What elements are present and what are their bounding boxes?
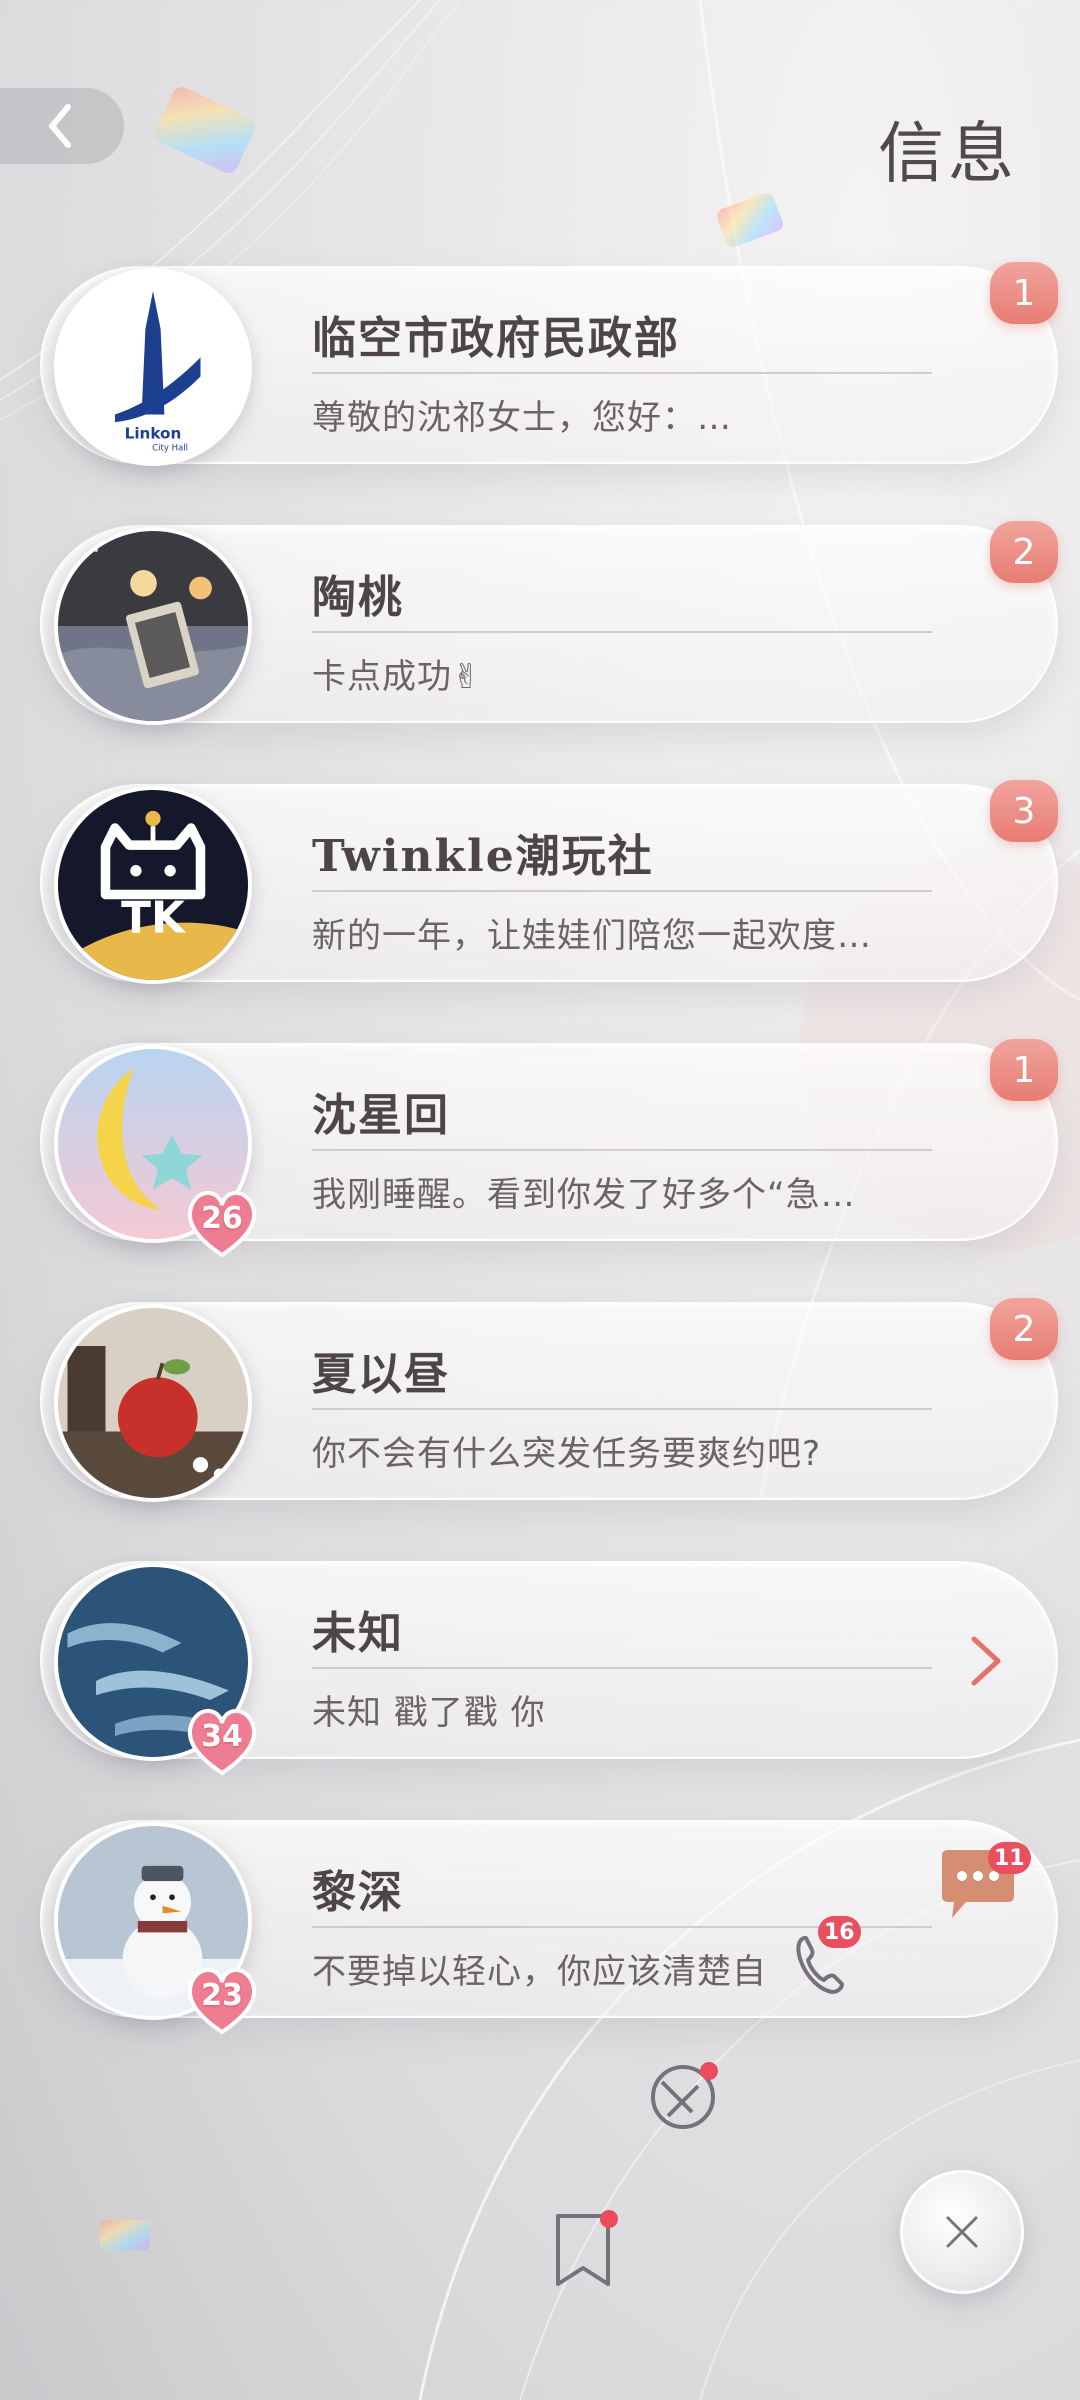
page-title: 信息: [878, 115, 1018, 192]
svg-text:City Hall: City Hall: [152, 444, 188, 454]
svg-text:TK: TK: [121, 893, 187, 944]
svg-text:Linkon: Linkon: [125, 424, 182, 442]
unread-badge: 2: [990, 1298, 1058, 1360]
back-button[interactable]: [0, 88, 124, 164]
avatar: TK: [54, 786, 252, 984]
divider: [312, 631, 932, 633]
message-preview: 未知 戳了戳 你: [312, 1693, 546, 1733]
affinity-heart-badge: 26: [182, 1187, 262, 1259]
message-preview: 你不会有什么突发任务要爽约吧?: [312, 1434, 822, 1474]
chevron-right-icon[interactable]: [966, 1633, 1006, 1689]
notification-dot: [700, 2062, 718, 2080]
contact-name: 沈星回: [312, 1090, 450, 1141]
chat-item-xia-yizhou[interactable]: 夏以昼 你不会有什么突发任务要爽约吧? 2: [40, 1298, 1058, 1502]
chat-item-taotao[interactable]: 陶桃 卡点成功✌ 2: [40, 521, 1058, 725]
chat-item-shen-xinghui[interactable]: 26 沈星回 我刚睡醒。看到你发了好多个“急… 1: [40, 1039, 1058, 1258]
unread-badge: 1: [990, 262, 1058, 324]
calls-count-badge: 16: [818, 1916, 861, 1948]
contact-name: Twinkle潮玩社: [312, 831, 654, 882]
chat-item-twinkle[interactable]: TK Twinkle潮玩社 新的一年，让娃娃们陪您一起欢度… 3: [40, 780, 1058, 984]
divider: [312, 890, 932, 892]
bookmarks-button[interactable]: [552, 2210, 618, 2290]
chat-item-unknown[interactable]: 34 未知 未知 戳了戳 你: [40, 1561, 1058, 1776]
calls-button[interactable]: 16: [790, 1916, 861, 2000]
notification-dot: [600, 2210, 618, 2228]
contact-name: 临空市政府民政部: [312, 313, 680, 364]
affinity-heart-badge: 23: [182, 1964, 262, 2036]
unread-badge: 2: [990, 521, 1058, 583]
chat-item-civil-affairs[interactable]: Linkon City Hall 临空市政府民政部 尊敬的沈祁女士，您好：… 1: [40, 262, 1058, 466]
divider: [312, 1667, 932, 1669]
messages-count-badge: 11: [988, 1842, 1031, 1874]
contact-name: 陶桃: [312, 572, 404, 623]
message-preview: 新的一年，让娃娃们陪您一起欢度…: [312, 916, 872, 956]
divider: [312, 1408, 932, 1410]
contact-name: 黎深: [312, 1867, 404, 1918]
avatar: [54, 527, 252, 725]
close-button[interactable]: [900, 2170, 1024, 2294]
affinity-heart-badge: 34: [182, 1705, 262, 1777]
chat-item-li-shen[interactable]: 23 黎深 不要掉以轻心，你应该清楚自: [40, 1820, 1058, 2035]
unread-badge: 3: [990, 780, 1058, 842]
moments-button[interactable]: [648, 2062, 718, 2132]
messages-button[interactable]: 11: [936, 1842, 1031, 1924]
avatar: Linkon City Hall: [54, 268, 252, 466]
divider: [312, 372, 932, 374]
contact-name: 未知: [312, 1608, 404, 1659]
message-preview: 卡点成功✌: [312, 657, 482, 697]
contact-name: 夏以昼: [312, 1349, 450, 1400]
message-preview: 不要掉以轻心，你应该清楚自: [312, 1952, 767, 1992]
avatar: [54, 1304, 252, 1502]
message-preview: 我刚睡醒。看到你发了好多个“急…: [312, 1175, 856, 1215]
close-icon: [946, 2216, 978, 2248]
divider: [312, 1149, 932, 1151]
message-preview: 尊敬的沈祁女士，您好：…: [312, 398, 732, 438]
unread-badge: 1: [990, 1039, 1058, 1101]
chevron-left-icon: [49, 104, 71, 148]
